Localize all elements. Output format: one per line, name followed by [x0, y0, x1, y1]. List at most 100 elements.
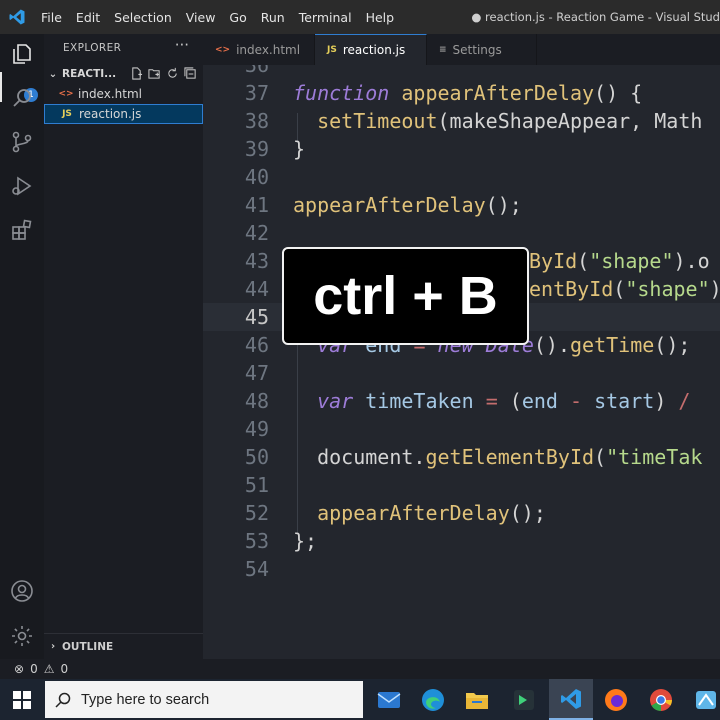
tab-label: reaction.js	[342, 43, 406, 57]
settings-gear-icon[interactable]	[10, 624, 34, 648]
search-icon	[55, 692, 71, 708]
edge-browser-icon[interactable]	[411, 679, 455, 720]
shortcut-overlay: ctrl + B	[282, 247, 529, 345]
html-file-icon: <>	[215, 44, 231, 55]
vscode-logo-icon	[0, 0, 34, 34]
tab-settings[interactable]: ≡ Settings	[427, 34, 537, 65]
line-number: 52	[244, 501, 269, 525]
account-icon[interactable]	[10, 579, 34, 603]
editor-tabs: <> index.html JS reaction.js ≡ Settings	[203, 34, 720, 65]
search-icon[interactable]	[10, 86, 34, 110]
mail-icon[interactable]	[367, 679, 411, 720]
line-number: 49	[244, 417, 269, 441]
code-text: entById("shape")	[529, 277, 720, 301]
line-number: 48	[244, 389, 269, 413]
app-launcher-icon[interactable]	[684, 679, 720, 720]
vscode-taskbar-icon[interactable]	[549, 679, 593, 720]
new-file-icon[interactable]	[130, 67, 143, 80]
menu-bar: File Edit Selection View Go Run Terminal…	[34, 10, 401, 25]
code-line[interactable]: 53};	[203, 527, 720, 555]
windows-start-icon[interactable]	[0, 679, 44, 720]
line-number: 38	[244, 109, 269, 133]
code-line[interactable]: 51	[203, 471, 720, 499]
more-actions-icon[interactable]: ···	[175, 36, 189, 54]
tab-reaction-js[interactable]: JS reaction.js	[315, 34, 427, 65]
taskbar-search-box[interactable]: Type here to search	[45, 681, 363, 718]
code-text: appearAfterDelay();	[317, 501, 546, 525]
code-line[interactable]: 41 appearAfterDelay();	[203, 191, 720, 219]
code-line[interactable]: 42	[203, 219, 720, 247]
explorer-icon[interactable]	[10, 42, 34, 66]
code-text: var timeTaken = (end - start) /	[317, 389, 691, 413]
menu-file[interactable]: File	[34, 10, 69, 25]
line-number: 43	[244, 249, 269, 273]
warning-count[interactable]: 0	[60, 662, 68, 676]
menu-run[interactable]: Run	[254, 10, 292, 25]
file-index-html[interactable]: <> index.html	[44, 84, 203, 104]
activity-bar: 1	[0, 34, 44, 659]
error-count[interactable]: 0	[30, 662, 38, 676]
explorer-toolbar	[130, 67, 197, 80]
code-text: }	[293, 137, 306, 161]
error-icon[interactable]: ⊗	[14, 662, 24, 676]
code-line[interactable]: 54	[203, 555, 720, 583]
chrome-icon[interactable]	[639, 679, 683, 720]
refresh-icon[interactable]	[166, 67, 179, 80]
code-line[interactable]: 49	[203, 415, 720, 443]
menu-view[interactable]: View	[179, 10, 223, 25]
tab-label: index.html	[236, 42, 301, 57]
code-line[interactable]: 48 var timeTaken = (end - start) /	[203, 387, 720, 415]
collapse-all-icon[interactable]	[184, 67, 197, 80]
code-text: ById("shape").o	[529, 249, 710, 273]
line-number: 46	[244, 333, 269, 357]
windows-taskbar: Type here to search	[0, 679, 720, 720]
extensions-icon[interactable]	[10, 218, 34, 242]
folder-name: REACTI...	[62, 68, 117, 80]
outline-label: OUTLINE	[62, 640, 114, 653]
code-line[interactable]: 52 appearAfterDelay();	[203, 499, 720, 527]
code-editor[interactable]: 36 37 function appearAfterDelay() {38 setT…	[203, 65, 720, 659]
menu-help[interactable]: Help	[359, 10, 402, 25]
menu-go[interactable]: Go	[222, 10, 253, 25]
code-line[interactable]: 38 setTimeout(makeShapeAppear, Math	[203, 107, 720, 135]
line-number: 53	[244, 529, 269, 553]
js-file-icon: JS	[62, 109, 72, 119]
code-line[interactable]: 40	[203, 163, 720, 191]
settings-file-icon: ≡	[439, 44, 447, 55]
new-folder-icon[interactable]	[148, 67, 161, 80]
status-bar: ⊗ 0 ⚠ 0	[0, 659, 720, 679]
outline-section[interactable]: › OUTLINE	[44, 633, 203, 659]
line-number: 45	[244, 305, 269, 329]
code-line[interactable]: 50 document.getElementById("timeTak	[203, 443, 720, 471]
chevron-down-icon: ⌄	[48, 68, 58, 80]
title-bar: File Edit Selection View Go Run Terminal…	[0, 0, 720, 34]
js-file-icon: JS	[327, 45, 337, 55]
menu-edit[interactable]: Edit	[69, 10, 107, 25]
code-line[interactable]: 37 function appearAfterDelay() {	[203, 79, 720, 107]
firefox-icon[interactable]	[594, 679, 638, 720]
run-debug-icon[interactable]	[10, 174, 34, 198]
code-line[interactable]: 39}	[203, 135, 720, 163]
tab-index-html[interactable]: <> index.html	[203, 34, 315, 65]
file-reaction-js[interactable]: JS reaction.js	[44, 104, 203, 124]
source-control-icon[interactable]	[10, 130, 34, 154]
menu-selection[interactable]: Selection	[107, 10, 179, 25]
line-number: 50	[244, 445, 269, 469]
line-number: 44	[244, 277, 269, 301]
menu-terminal[interactable]: Terminal	[292, 10, 359, 25]
warning-icon[interactable]: ⚠	[44, 662, 55, 676]
chevron-right-icon: ›	[50, 641, 56, 652]
line-number: 41	[244, 193, 269, 217]
line-number: 47	[244, 361, 269, 385]
search-placeholder: Type here to search	[81, 691, 210, 708]
code-line[interactable]: 36	[203, 65, 720, 79]
code-text: setTimeout(makeShapeAppear, Math	[317, 109, 703, 133]
code-text: function appearAfterDelay() {	[293, 81, 643, 105]
code-text: };	[293, 529, 318, 553]
code-line[interactable]: 47	[203, 359, 720, 387]
app-terminal-icon[interactable]	[502, 679, 546, 720]
line-number: 54	[244, 557, 269, 581]
file-label: reaction.js	[79, 107, 142, 121]
window-title: ● reaction.js - Reaction Game - Visual S…	[471, 10, 720, 24]
file-explorer-icon[interactable]	[455, 679, 499, 720]
